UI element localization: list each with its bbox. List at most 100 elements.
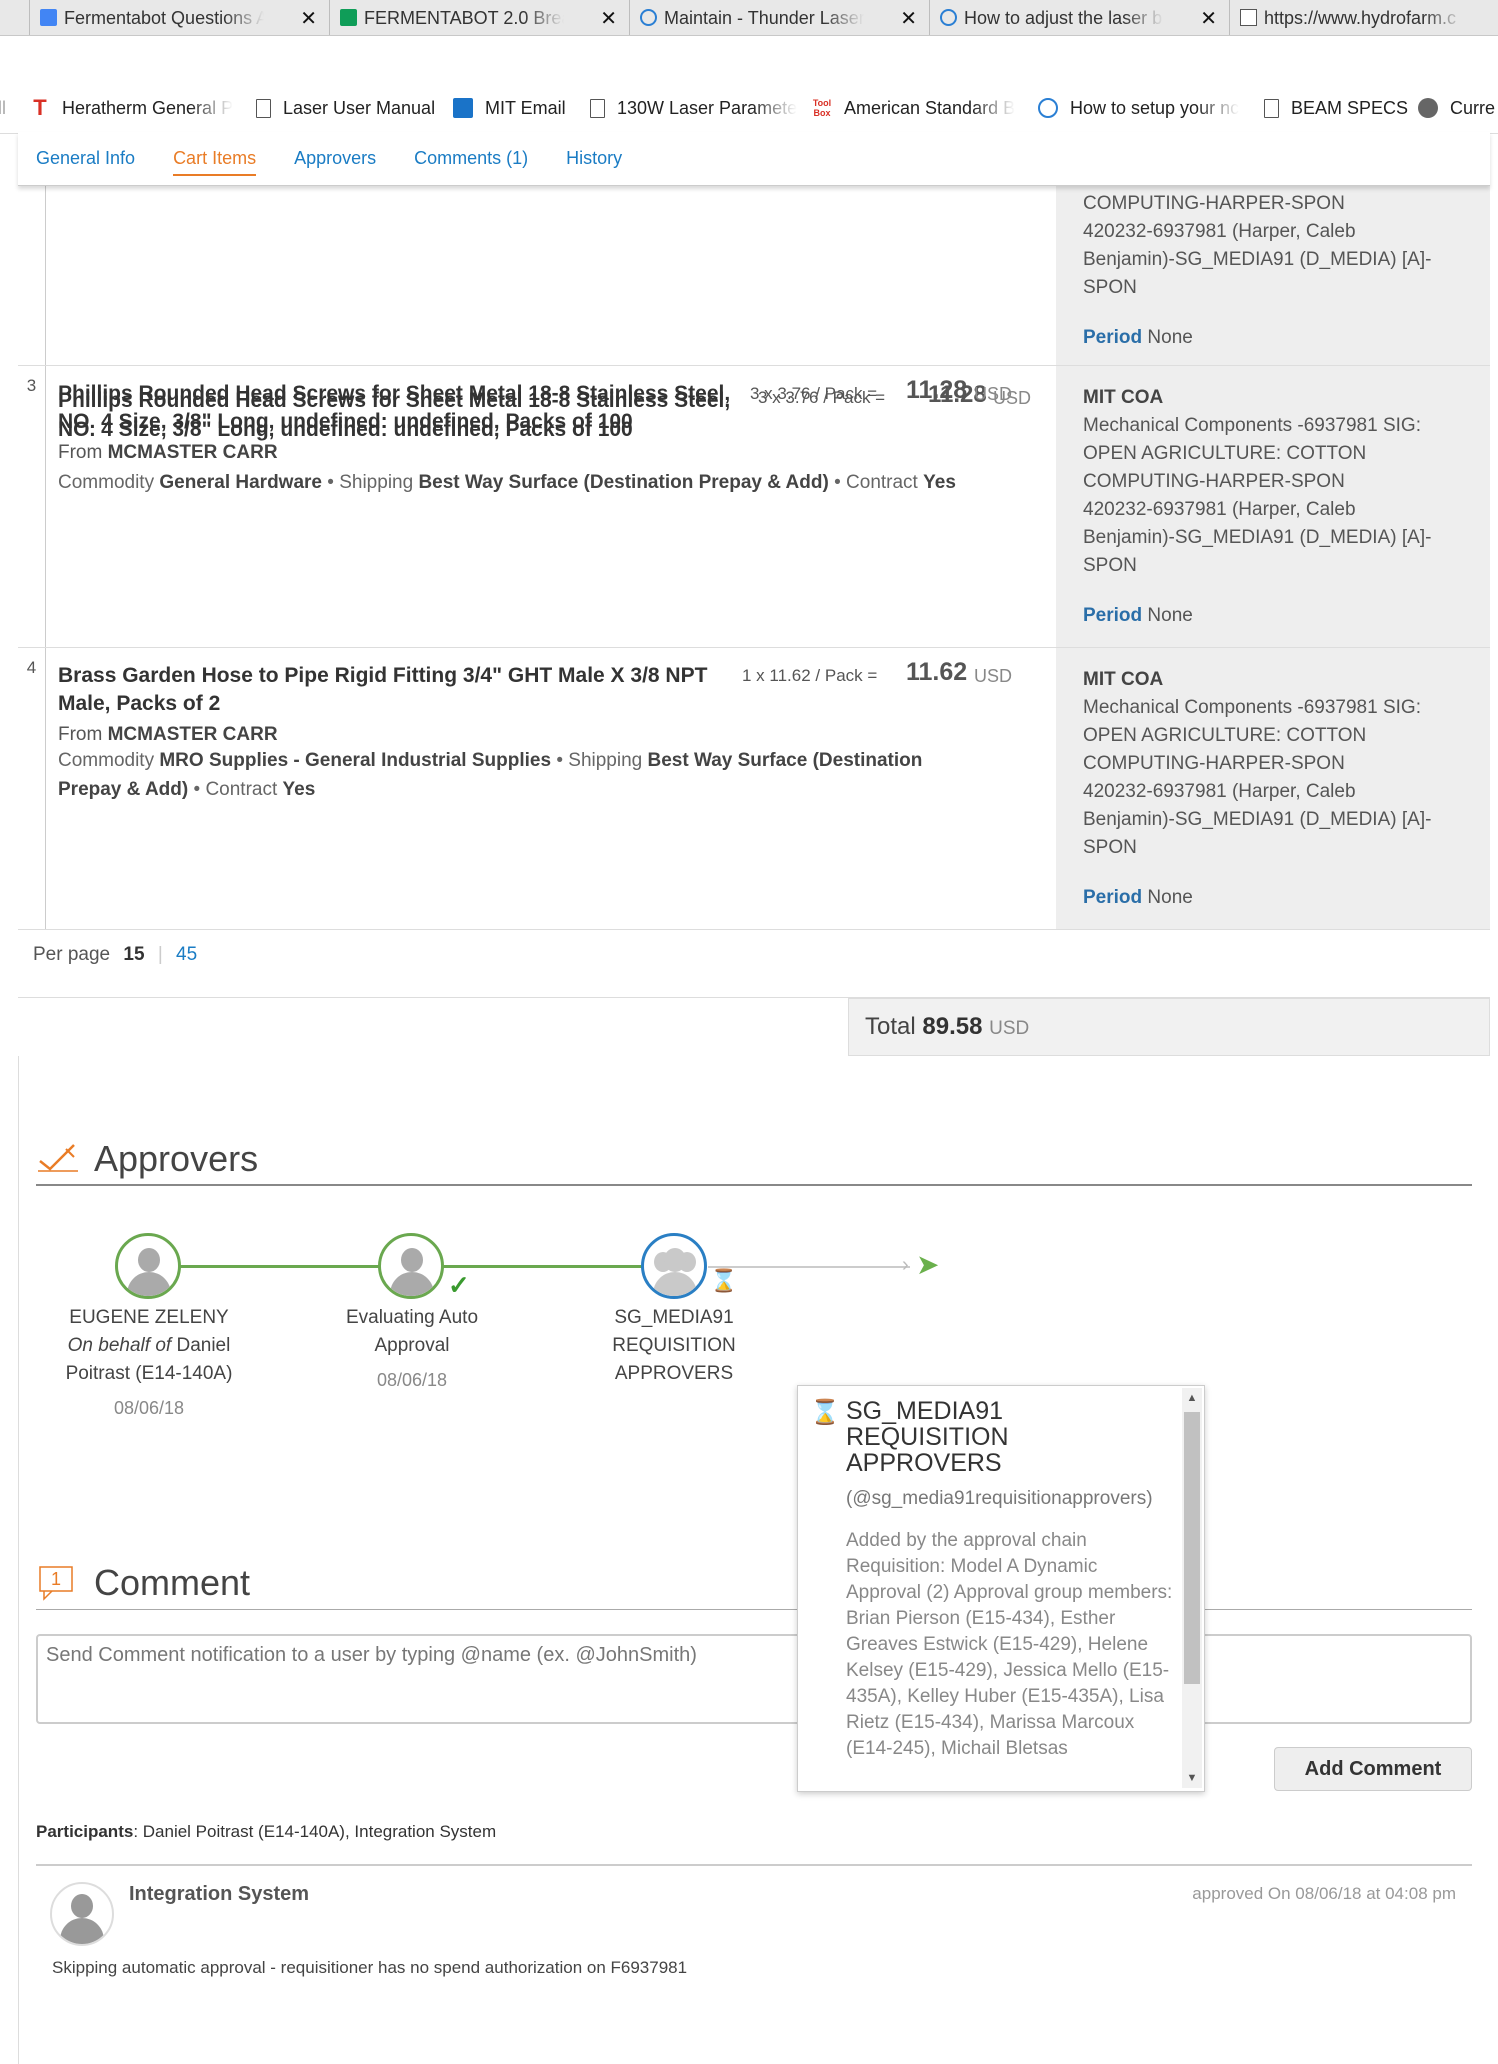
avatar-head — [664, 1248, 686, 1272]
account-line: SPON — [1083, 555, 1137, 576]
bookmark-item[interactable]: How to setup your nc — [1038, 93, 1248, 123]
avatar-head — [71, 1894, 93, 1918]
item-title[interactable]: Brass Garden Hose to Pipe Rigid Fitting … — [58, 662, 738, 718]
tab-comments[interactable]: Comments (1) — [414, 132, 528, 186]
approver-avatar[interactable] — [378, 1233, 444, 1299]
cart-row: COMPUTING-HARPER-SPON 420232-6937981 (Ha… — [18, 186, 1490, 366]
tab-title: Fermentabot Questions A — [64, 7, 264, 28]
participants-list: : Daniel Poitrast (E14-140A), Integratio… — [133, 1822, 497, 1841]
add-comment-button[interactable]: Add Comment — [1274, 1747, 1472, 1791]
item-commodity-line: Commodity General Hardware • Shipping Be… — [58, 468, 1038, 497]
comment-header: 1 Comment — [36, 1556, 1472, 1610]
approvers-header: Approvers — [36, 1134, 1472, 1186]
separator: • — [193, 779, 201, 800]
bookmark-item[interactable]: ll — [0, 93, 14, 123]
commodity-value: General Hardware — [159, 472, 322, 493]
account-line: 420232-6937981 (Harper, Caleb — [1083, 499, 1356, 520]
bookmark-item[interactable]: Curre — [1418, 93, 1498, 123]
popup-title: SG_MEDIA91 REQUISITION APPROVERS — [846, 1397, 1009, 1477]
close-icon[interactable]: ✕ — [900, 6, 917, 31]
close-icon[interactable]: ✕ — [1200, 6, 1217, 31]
bookmark-item[interactable]: T Heratherm General P — [30, 93, 240, 123]
ie-icon — [940, 9, 957, 26]
browser-tab[interactable]: How to adjust the laser b ✕ — [930, 0, 1230, 35]
scroll-down-icon[interactable]: ▼ — [1182, 1772, 1202, 1784]
chevron-right-icon: › — [902, 1254, 909, 1276]
browser-tab[interactable]: Fermentabot Questions A ✕ — [30, 0, 330, 35]
commodity-value: MRO Supplies - General Industrial Suppli… — [159, 750, 552, 771]
avatar — [50, 1882, 114, 1946]
scroll-up-icon[interactable]: ▲ — [1182, 1392, 1202, 1404]
bookmark-item[interactable]: Tool Box American Standard B — [812, 93, 1022, 123]
approver-name[interactable]: SG_MEDIA91 REQUISITION APPROVERS — [574, 1304, 774, 1388]
page-icon — [1240, 9, 1257, 26]
account-line: Mechanical Components -6937981 SIG: — [1083, 697, 1421, 718]
browser-tab[interactable] — [0, 0, 30, 35]
chain-connector-pending — [708, 1266, 910, 1268]
participants-label: Participants — [36, 1822, 134, 1841]
approve-pen-icon — [36, 1139, 86, 1179]
close-icon[interactable]: ✕ — [600, 6, 617, 31]
browser-tab[interactable]: FERMENTABOT 2.0 Breakd ✕ — [330, 0, 630, 35]
period-label: Period — [1083, 327, 1143, 348]
approver-name-line: SG_MEDIA91 — [614, 1307, 734, 1328]
account-info: MIT COA Mechanical Components -6937981 S… — [1056, 366, 1490, 647]
approver-name-line: APPROVERS — [614, 1363, 734, 1384]
account-period: Period None — [1083, 602, 1470, 630]
approver-name-line: REQUISITION — [612, 1335, 736, 1356]
browser-tab[interactable]: Maintain - Thunder Laser ✕ — [630, 0, 930, 35]
approval-date: 08/06/18 — [376, 1370, 448, 1390]
divider — [36, 1864, 1472, 1866]
account-line: Benjamin)-SG_MEDIA91 (D_MEDIA) [A]- — [1083, 249, 1432, 270]
tab-approvers[interactable]: Approvers — [294, 132, 376, 186]
approver-name: EUGENE ZELENY On behalf of Daniel Poitra… — [49, 1304, 249, 1388]
account-line: SPON — [1083, 837, 1137, 858]
bookmark-item[interactable]: Laser User Manual — [256, 93, 446, 123]
avatar-body — [60, 1918, 104, 1944]
participants-line: Participants: Daniel Poitrast (E14-140A)… — [36, 1822, 496, 1842]
section-title: Comment — [94, 1561, 251, 1603]
ie-icon — [640, 9, 657, 26]
account-info: MIT COA Mechanical Components -6937981 S… — [1056, 648, 1490, 929]
approver-name: Evaluating Auto Approval — [312, 1304, 512, 1360]
popup-scrollbar[interactable]: ▲ ▼ — [1182, 1388, 1202, 1788]
cart-item-4: Brass Garden Hose to Pipe Rigid Fitting … — [58, 648, 1058, 918]
approver-avatar[interactable] — [115, 1233, 181, 1299]
history-message: Skipping automatic approval - requisitio… — [52, 1958, 688, 1977]
avatar-head — [401, 1248, 423, 1272]
from-label: From — [58, 724, 103, 745]
t-icon: T — [33, 95, 47, 120]
account-line: Benjamin)-SG_MEDIA91 (D_MEDIA) [A]- — [1083, 527, 1432, 548]
browser-tab[interactable]: https://www.hydrofarm.c ✕ — [1230, 0, 1498, 35]
bookmark-item[interactable]: BEAM SPECS — [1264, 93, 1414, 123]
shipping-value: Best Way Surface (Destination Prepay & A… — [418, 472, 829, 493]
row-index: 4 — [18, 648, 46, 929]
bookmark-label: Laser User Manual — [283, 97, 436, 118]
item-title[interactable]: Phillips Rounded Head Screws for Sheet M… — [58, 380, 738, 436]
chain-connector — [180, 1265, 380, 1268]
hourglass-icon: ⌛ — [710, 1268, 738, 1293]
tab-history[interactable]: History — [566, 132, 622, 186]
comment-input[interactable] — [38, 1636, 1470, 1722]
tab-cart-items[interactable]: Cart Items — [173, 132, 257, 186]
separator: • — [834, 472, 841, 493]
requisition-tabs: General Info Cart Items Approvers Commen… — [18, 132, 1490, 186]
close-icon[interactable]: ✕ — [300, 6, 317, 31]
approver-group-avatar[interactable] — [641, 1233, 707, 1299]
bookmark-item[interactable]: MIT Email — [453, 93, 603, 123]
item-supplier: From MCMASTER CARR — [58, 724, 278, 746]
section-title: Approvers — [94, 1138, 259, 1179]
bookmark-label: Curre — [1450, 97, 1496, 118]
commodity-label: Commodity — [58, 750, 155, 771]
avatar-body — [390, 1272, 434, 1296]
comment-input-box — [36, 1634, 1472, 1724]
scroll-thumb[interactable] — [1184, 1412, 1200, 1684]
approval-date: 08/06/18 — [113, 1398, 185, 1418]
account-title: MIT COA — [1083, 669, 1164, 690]
bookmark-item[interactable]: 130W Laser Paramete — [590, 93, 800, 123]
per-page-option[interactable]: 45 — [176, 944, 197, 965]
item-supplier: From MCMASTER CARR — [58, 442, 278, 464]
period-value: None — [1147, 327, 1193, 348]
tab-general-info[interactable]: General Info — [36, 132, 135, 186]
contract-label: Contract — [846, 472, 918, 493]
